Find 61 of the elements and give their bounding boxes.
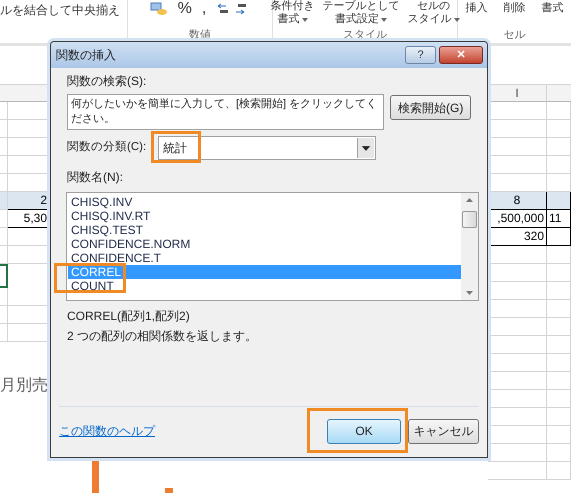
number-format-button[interactable]: % bbox=[178, 1, 192, 17]
help-button[interactable]: ? bbox=[405, 46, 436, 64]
category-label: 関数の分類(C): bbox=[67, 140, 146, 156]
search-label: 関数の検索(S): bbox=[67, 74, 148, 89]
style-button[interactable]: セルの スタイル bbox=[408, 0, 460, 26]
cell-button[interactable]: 削除 bbox=[504, 0, 526, 16]
search-button[interactable]: 検索開始(G) bbox=[390, 95, 471, 120]
list-label: 関数名(N): bbox=[67, 170, 124, 185]
search-field[interactable]: 何がしたいかを簡単に入力して、[検索開始] をクリックしてください。 bbox=[67, 94, 384, 130]
table-cell bbox=[547, 300, 571, 318]
category-dropdown[interactable]: 統計 bbox=[158, 136, 376, 160]
function-item[interactable]: CONFIDENCE.T bbox=[68, 251, 461, 265]
table-cell bbox=[488, 462, 547, 480]
group-label: セル bbox=[504, 28, 526, 42]
table-cell bbox=[547, 192, 571, 210]
table-cell bbox=[547, 228, 571, 246]
table-cell: 11 bbox=[547, 210, 571, 228]
table-cell bbox=[547, 444, 571, 462]
table-cell bbox=[547, 354, 571, 372]
table-cell bbox=[547, 372, 571, 390]
scroll-thumb[interactable] bbox=[462, 211, 477, 228]
chart-title: 月別売 bbox=[0, 376, 49, 396]
table-cell: 8 bbox=[488, 192, 547, 210]
table-cell bbox=[547, 408, 571, 426]
function-item[interactable]: CHISQ.TEST bbox=[68, 223, 461, 237]
column-header: I bbox=[488, 85, 547, 101]
merge-center-button[interactable]: ルを結合して中央揃え bbox=[0, 1, 127, 19]
function-item[interactable]: COUNT bbox=[68, 279, 461, 293]
window-title: 関数の挿入 bbox=[56, 47, 117, 64]
table-cell bbox=[547, 390, 571, 408]
function-description: 2 つの配列の相関係数を返します。 bbox=[67, 329, 258, 344]
table-cell bbox=[547, 282, 571, 300]
table-cell bbox=[547, 120, 571, 138]
style-button[interactable]: 条件付き 書式 bbox=[270, 0, 314, 26]
cell-selection bbox=[0, 264, 8, 288]
scrollbar[interactable] bbox=[461, 193, 478, 300]
cancel-button[interactable]: キャンセル bbox=[408, 418, 479, 444]
cell-button[interactable]: 書式 bbox=[542, 0, 564, 16]
table-cell bbox=[547, 426, 571, 444]
table-cell bbox=[547, 318, 571, 336]
currency-icon[interactable] bbox=[150, 2, 168, 16]
caret-icon bbox=[381, 18, 387, 22]
function-item[interactable]: CHISQ.INV.RT bbox=[68, 209, 461, 223]
table-cell bbox=[547, 336, 571, 354]
table-cell bbox=[547, 462, 571, 480]
table-cell bbox=[547, 156, 571, 174]
function-item[interactable]: CHISQ.INV bbox=[68, 195, 461, 209]
style-button[interactable]: テーブルとして 書式設定 bbox=[322, 0, 400, 26]
table-cell bbox=[547, 102, 571, 120]
function-item[interactable]: CONFIDENCE.NORM bbox=[68, 237, 461, 251]
caret-icon bbox=[454, 18, 460, 22]
table-cell bbox=[547, 138, 571, 156]
number-format-button[interactable]: , bbox=[202, 1, 206, 17]
function-syntax: CORREL(配列1,配列2) bbox=[67, 309, 191, 324]
table-cell bbox=[547, 264, 571, 282]
table-cell bbox=[547, 246, 571, 264]
help-link[interactable]: この関数のヘルプ bbox=[59, 422, 327, 440]
ok-button[interactable]: OK bbox=[327, 418, 401, 444]
caret-icon bbox=[302, 18, 308, 22]
table-cell: 2 bbox=[8, 192, 50, 210]
cell-button[interactable]: 挿入 bbox=[466, 0, 488, 16]
